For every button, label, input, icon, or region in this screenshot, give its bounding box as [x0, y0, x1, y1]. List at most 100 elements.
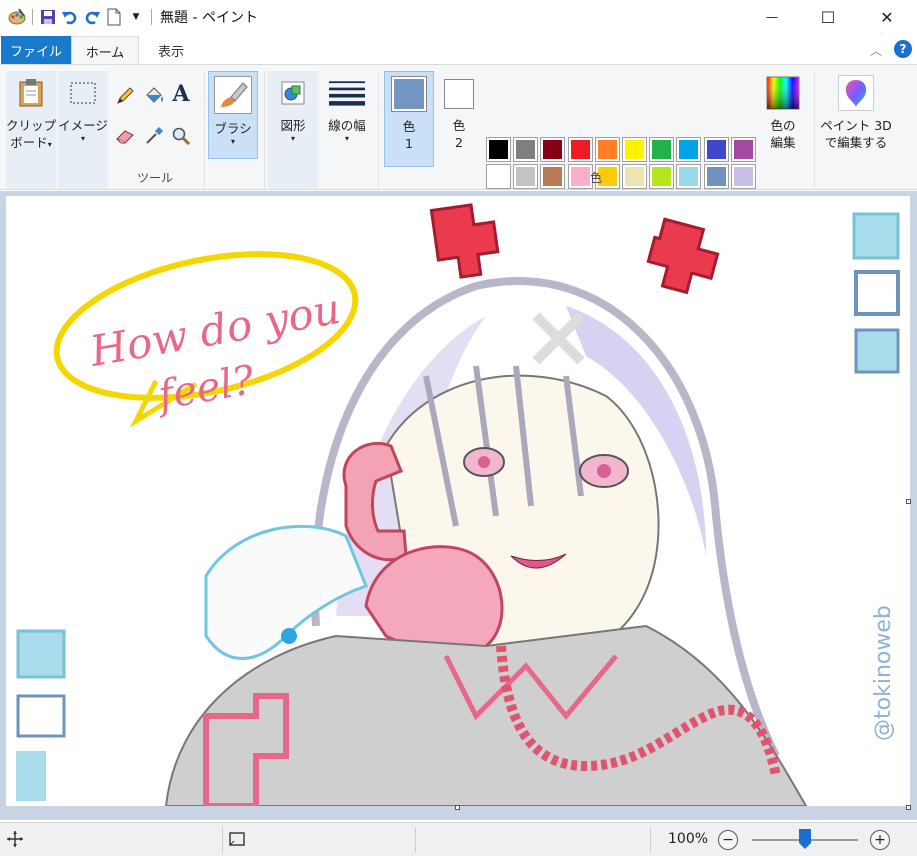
colors-group-label: 色 [590, 171, 603, 185]
artwork: How do you feel? @tokinoweb [16, 203, 900, 806]
maximize-button[interactable]: ☐ [805, 0, 851, 34]
image-label: イメージ [58, 118, 108, 133]
ribbon: クリップ ボード▾ イメージ ▾ A ツール ブラシ ▾ 図形 ▾ 線の幅 ▾ … [0, 64, 917, 217]
paint-app-icon[interactable] [6, 6, 28, 28]
cursor-position-icon [6, 830, 24, 851]
palette-color-swatch[interactable] [703, 164, 729, 190]
brush-label: ブラシ [214, 121, 252, 136]
status-divider [650, 827, 651, 853]
customize-toolbar-icon[interactable]: ▼ [125, 6, 147, 28]
pencil-icon[interactable] [114, 85, 136, 107]
fill-bucket-icon[interactable] [143, 85, 165, 107]
clipboard-icon [13, 75, 49, 111]
palette-color-swatch[interactable] [676, 164, 702, 190]
palette-color-swatch[interactable] [486, 137, 511, 162]
chevron-down-icon: ▾ [344, 134, 349, 143]
workspace: How do you feel? @tokinoweb [0, 191, 917, 820]
resize-handle-bottom[interactable] [455, 805, 460, 810]
status-divider [222, 827, 223, 853]
undo-icon[interactable] [59, 6, 81, 28]
status-divider [415, 827, 416, 853]
palette-color-swatch[interactable] [703, 137, 729, 162]
redo-icon[interactable] [81, 6, 103, 28]
palette-color-swatch[interactable] [567, 164, 593, 190]
paint3d-button[interactable]: ペイント 3D で編集する [818, 71, 894, 167]
paint3d-label-1: ペイント 3D [820, 118, 892, 133]
close-icon: ✕ [880, 7, 894, 27]
color1-label-2: 1 [405, 136, 413, 151]
zoom-out-button[interactable]: − [718, 830, 738, 850]
palette-color-swatch[interactable] [513, 137, 539, 162]
palette-color-swatch[interactable] [567, 137, 593, 162]
selection-size-icon [228, 831, 246, 850]
palette-color-swatch[interactable] [649, 137, 675, 162]
color2-swatch [444, 79, 474, 109]
brush-icon [214, 76, 252, 114]
line-width-button[interactable]: 線の幅 ▾ [322, 71, 372, 159]
close-button[interactable]: ✕ [864, 0, 910, 34]
color2-label-1: 色 [452, 118, 466, 133]
zoom-level: 100% [668, 831, 709, 847]
palette-color-swatch[interactable] [730, 164, 756, 190]
line-width-icon [329, 75, 365, 111]
palette-color-swatch[interactable] [730, 137, 756, 162]
signature-text: @tokinoweb [871, 605, 896, 741]
shapes-label: 図形 [280, 118, 306, 133]
plus-icon: + [874, 832, 886, 848]
chevron-down-icon: ▾ [290, 134, 295, 143]
resize-handle-right[interactable] [906, 499, 911, 504]
edit-colors-button[interactable]: 色の 編集 [760, 71, 806, 167]
maximize-icon: ☐ [820, 7, 836, 27]
shapes-button[interactable]: 図形 ▾ [268, 71, 318, 189]
zoom-in-button[interactable]: + [870, 830, 890, 850]
palette-color-swatch[interactable] [540, 164, 566, 190]
color2-button[interactable]: 色 2 [436, 71, 482, 167]
palette-color-swatch[interactable] [622, 164, 647, 190]
help-icon[interactable]: ? [894, 40, 912, 58]
clipboard-label-2: ボード▾ [10, 135, 52, 150]
line-width-label: 線の幅 [328, 118, 366, 133]
color2-label-2: 2 [455, 135, 463, 150]
palette-color-swatch[interactable] [486, 164, 511, 190]
tab-view[interactable]: 表示 [139, 36, 203, 64]
separator [32, 9, 33, 25]
brush-button[interactable]: ブラシ ▾ [208, 71, 258, 159]
group-separator [204, 71, 205, 189]
palette-color-swatch[interactable] [540, 137, 566, 162]
text-tool-icon[interactable]: A [170, 81, 192, 107]
minus-icon: − [722, 832, 734, 848]
group-separator [264, 71, 265, 189]
clipboard-label-1: クリップ [6, 118, 57, 133]
paint3d-icon [838, 75, 874, 111]
palette-color-swatch[interactable] [649, 164, 675, 190]
chevron-down-icon: ▾ [80, 134, 85, 143]
collapse-ribbon-icon[interactable]: ︿ [870, 42, 882, 59]
zoom-slider-thumb[interactable] [799, 829, 811, 849]
chevron-down-icon: ▾ [230, 137, 235, 146]
palette-color-swatch[interactable] [594, 137, 620, 162]
select-icon [65, 75, 101, 111]
tab-home[interactable]: ホーム [71, 36, 139, 65]
speech-text-line2: feel? [152, 357, 258, 420]
status-bar: 100% − + [0, 822, 917, 856]
save-icon[interactable] [37, 6, 59, 28]
group-separator [814, 71, 815, 189]
title-bar: ▼ 無題 - ペイント — ☐ ✕ [0, 0, 917, 34]
color1-button[interactable]: 色 1 [384, 71, 434, 167]
clipboard-button[interactable]: クリップ ボード▾ [6, 71, 56, 189]
palette-color-swatch[interactable] [513, 164, 539, 190]
magnifier-icon[interactable] [170, 125, 192, 147]
color-picker-icon[interactable] [143, 125, 165, 147]
minimize-button[interactable]: — [749, 0, 795, 34]
color1-swatch [391, 76, 427, 112]
drawing-canvas[interactable]: How do you feel? @tokinoweb [6, 196, 910, 806]
palette-color-swatch[interactable] [622, 137, 647, 162]
ribbon-tabs: ファイル ホーム 表示 ︿ ? [0, 34, 917, 65]
palette-color-swatch[interactable] [676, 137, 702, 162]
resize-handle-corner[interactable] [906, 805, 911, 810]
minimize-icon: — [766, 10, 778, 24]
eraser-icon[interactable] [114, 125, 136, 147]
image-button[interactable]: イメージ ▾ [58, 71, 108, 189]
tab-file[interactable]: ファイル [1, 36, 71, 64]
new-document-icon[interactable] [103, 6, 125, 28]
